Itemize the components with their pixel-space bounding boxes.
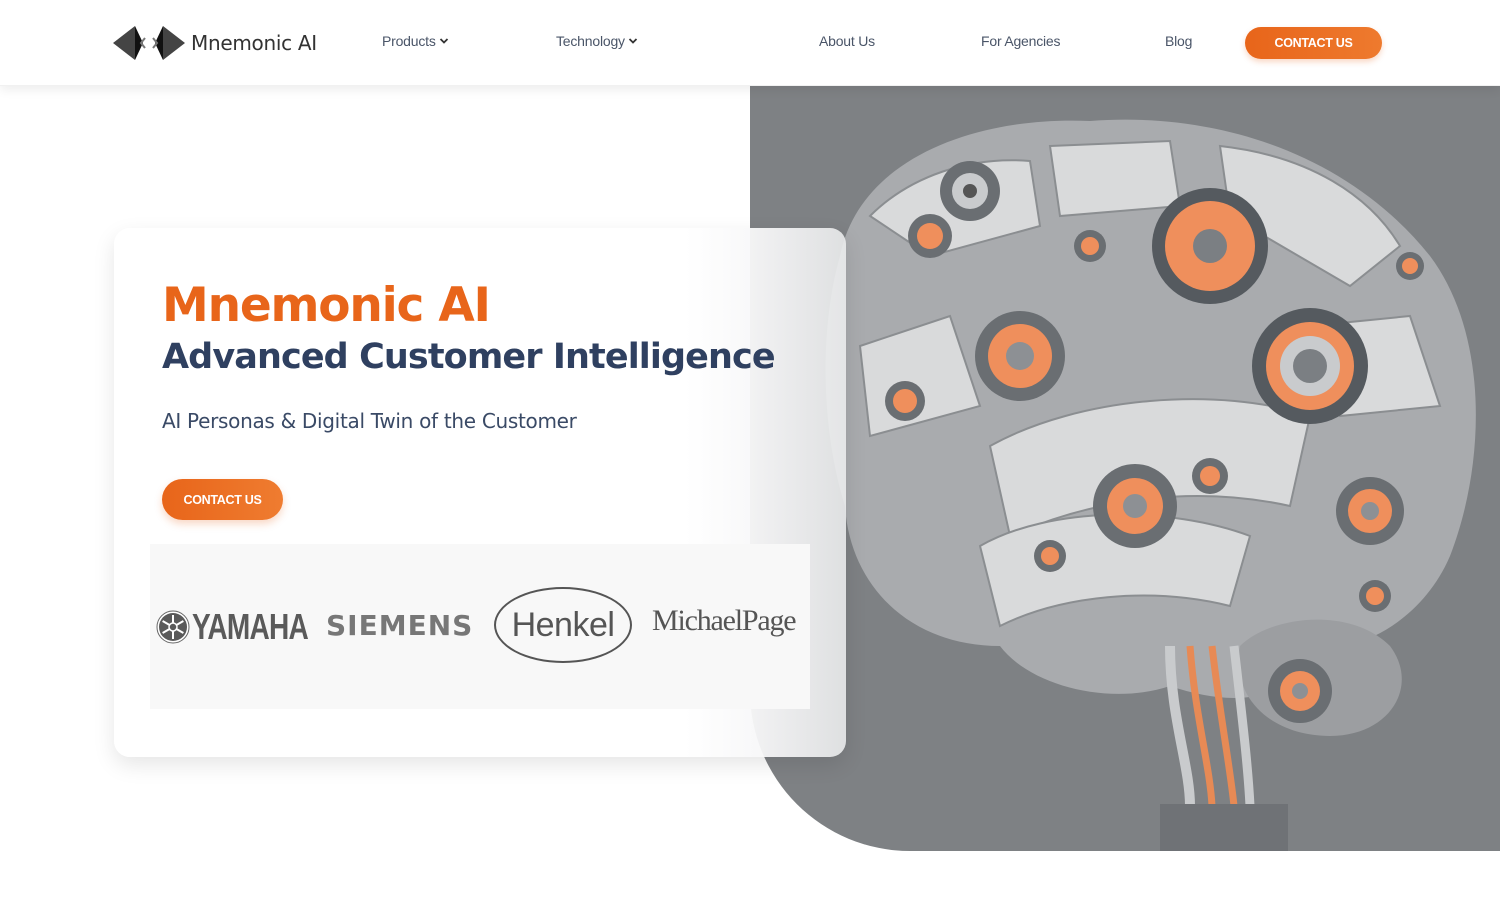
nav-for-agencies[interactable]: For Agencies (981, 33, 1061, 49)
yamaha-wordmark: YAMAHA (192, 606, 309, 647)
hero-title: Mnemonic AI (162, 278, 491, 333)
nav-products[interactable]: Products (382, 33, 449, 49)
client-logo-michaelpage: MichaelPage (652, 604, 797, 637)
nav-for-agencies-label: For Agencies (981, 33, 1061, 49)
client-logos-strip: YAMAHA SIEMENS Henkel MichaelPage (150, 544, 810, 709)
nav-about-us-label: About Us (819, 33, 875, 49)
mechanical-brain-illustration (825, 119, 1476, 851)
nav-contact-us-button[interactable]: CONTACT US (1245, 27, 1382, 59)
nav-about-us[interactable]: About Us (819, 33, 875, 49)
hero-card: Mnemonic AI Advanced Customer Intelligen… (114, 228, 846, 757)
client-logo-henkel: Henkel (494, 587, 632, 663)
nav-blog[interactable]: Blog (1165, 33, 1192, 49)
brand-logo[interactable]: Mnemonic AI (113, 24, 317, 62)
yamaha-tuning-fork-icon (156, 610, 190, 644)
nav-products-label: Products (382, 33, 436, 49)
client-logo-yamaha: YAMAHA (156, 606, 341, 648)
chevron-down-icon (439, 38, 448, 44)
henkel-wordmark: Henkel (511, 605, 615, 644)
nav-technology-label: Technology (556, 33, 625, 49)
top-nav-bar: Mnemonic AI Products Technology About Us… (0, 0, 1500, 86)
brand-name: Mnemonic AI (191, 31, 317, 55)
mnemonic-logo-icon (113, 26, 185, 60)
chevron-down-icon (628, 38, 637, 44)
nav-technology[interactable]: Technology (556, 33, 638, 49)
nav-blog-label: Blog (1165, 33, 1193, 49)
hero-subtitle: Advanced Customer Intelligence (162, 337, 776, 377)
hero-brain-image (750, 86, 1500, 851)
client-logo-siemens: SIEMENS (326, 609, 474, 642)
hero-tagline: AI Personas & Digital Twin of the Custom… (162, 409, 577, 433)
hero-contact-us-button[interactable]: CONTACT US (162, 479, 283, 520)
